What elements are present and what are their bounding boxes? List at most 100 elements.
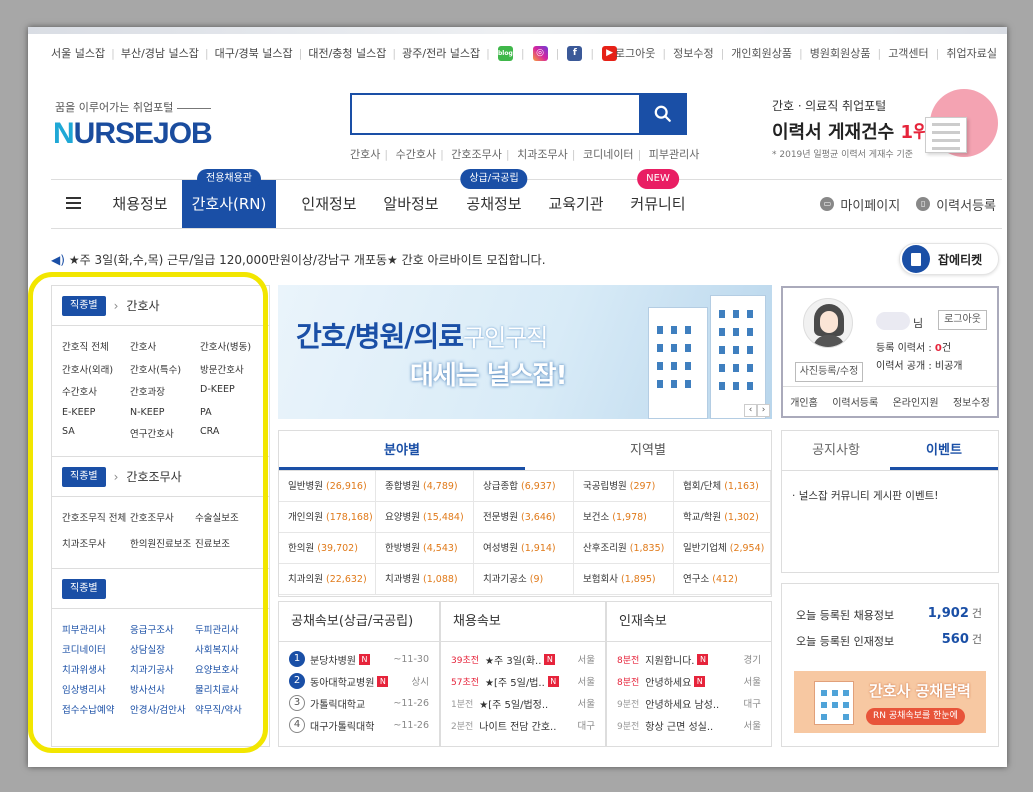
job-etiquette-button[interactable]: 잡에티켓 (899, 243, 999, 275)
column-title[interactable]: 인재속보 (607, 602, 771, 642)
category-link[interactable]: 한의원진료보조 (130, 536, 195, 556)
column-title[interactable]: 채용속보 (441, 602, 605, 642)
category-link[interactable]: 요양보호사 (195, 662, 265, 676)
list-item[interactable]: 4 대구가톨릭대학 ~11-26 (289, 714, 429, 736)
nav-community[interactable]: 커뮤니티 NEW (618, 169, 698, 228)
category-cell[interactable]: 보건소 (1,978) (574, 502, 674, 533)
keyword-link[interactable]: 코디네이터 (583, 148, 634, 161)
category-cell[interactable]: 한의원 (39,702) (279, 533, 376, 564)
category-cell[interactable]: 전문병원 (3,646) (474, 502, 574, 533)
category-link[interactable]: 간호직 전체 (62, 339, 130, 356)
promo-line2[interactable]: 이력서 게재건수 1위! (772, 118, 938, 144)
category-link[interactable]: 피부관리사 (62, 622, 130, 636)
list-item[interactable]: 1 분당차병원 N ~11-30 (289, 648, 429, 670)
edit-info-link[interactable]: 정보수정 (953, 394, 990, 409)
search-input[interactable] (350, 93, 687, 135)
category-link[interactable]: 상담실장 (130, 642, 195, 656)
nav-talent[interactable]: 인재정보 (289, 180, 369, 228)
category-cell[interactable]: 산후조리원 (1,835) (574, 533, 674, 564)
category-cell[interactable]: 개인의원 (178,168) (279, 502, 376, 533)
category-link[interactable]: N-KEEP (130, 407, 200, 421)
category-link[interactable]: 물리치료사 (195, 682, 265, 696)
category-link[interactable]: 코디네이터 (62, 642, 130, 656)
list-item[interactable]: 9분전 항상 근면 성실.. 서울 (617, 714, 761, 736)
category-link[interactable]: 수간호사 (62, 384, 130, 401)
stat-jobs[interactable]: 오늘 등록된 채용정보 1,902 건 (796, 606, 982, 623)
category-cell[interactable]: 종합병원 (4,789) (376, 471, 474, 502)
chevron-left-icon[interactable]: ‹ (744, 404, 757, 417)
category-link[interactable]: 응급구조사 (130, 622, 195, 636)
personal-products-link[interactable]: 개인회원상품 (731, 45, 792, 61)
category-link[interactable]: 간호사(병동) (200, 339, 270, 356)
category-link[interactable]: 임상병리사 (62, 682, 130, 696)
chevron-right-icon[interactable]: › (757, 404, 770, 417)
photo-edit-button[interactable]: 사진등록/수정 (795, 362, 863, 382)
category-link[interactable]: 사회복지사 (195, 642, 265, 656)
tab-by-region[interactable]: 지역별 (525, 431, 771, 470)
notice-ticker[interactable]: ◀) ★주 3일(화,수,목) 근무/일급 120,000만원이상/강남구 개포동… (51, 251, 546, 268)
category-cell[interactable]: 일반기업체 (2,954) (674, 533, 771, 564)
category-link[interactable]: CRA (200, 426, 270, 443)
customer-center-link[interactable]: 고객센터 (888, 45, 928, 61)
online-apply-link[interactable]: 온라인지원 (893, 394, 939, 409)
tab-event[interactable]: 이벤트 (890, 431, 998, 470)
event-item[interactable]: · 널스잡 커뮤니티 게시판 이벤트! (782, 471, 998, 520)
category-cell[interactable]: 국공립병원 (297) (574, 471, 674, 502)
category-tag[interactable]: 직종별 (62, 466, 106, 487)
category-link[interactable]: 간호사(특수) (130, 362, 200, 379)
category-link[interactable]: 간호조무직 전체 (62, 510, 130, 530)
nav-recruit[interactable]: 채용정보 (99, 180, 181, 228)
category-link[interactable]: SA (62, 426, 130, 443)
list-item[interactable]: 57초전 ★[주 5일/법.. N 서울 (451, 670, 595, 692)
category-cell[interactable]: 일반병원 (26,916) (279, 471, 376, 502)
region-link-busan[interactable]: 부산/경남 널스잡 (121, 45, 199, 61)
category-link[interactable]: 치과조무사 (62, 536, 130, 556)
tab-by-field[interactable]: 분야별 (279, 431, 525, 470)
nav-education[interactable]: 교육기관 (536, 180, 616, 228)
personal-home-link[interactable]: 개인홈 (790, 394, 818, 409)
category-link[interactable]: 수술실보조 (195, 510, 265, 530)
list-item[interactable]: 39초전 ★주 3일(화.. N 서울 (451, 648, 595, 670)
edit-info-link[interactable]: 정보수정 (673, 45, 713, 61)
mypage-link[interactable]: 마이페이지 (840, 195, 900, 214)
category-link[interactable]: 두피관리사 (195, 622, 265, 636)
category-link[interactable]: 약무직/약사 (195, 702, 265, 716)
category-link[interactable]: E-KEEP (62, 407, 130, 421)
instagram-icon[interactable]: ◎ (532, 45, 548, 61)
list-item[interactable]: 2 동아대학교병원 N 상시 (289, 670, 429, 692)
registered-resume-count[interactable]: 등록 이력서 : 0건 (876, 339, 951, 354)
main-banner[interactable]: 간호/병원/의료구인구직 대세는 널스잡! ‹ › (278, 285, 772, 419)
list-item[interactable]: 8분전 안녕하세요 N 서울 (617, 670, 761, 692)
category-cell[interactable]: 요양병원 (15,484) (376, 502, 474, 533)
recruit-calendar-banner[interactable]: 간호사 공채달력 RN 공채속보를 한눈에 (794, 671, 986, 733)
search-button[interactable] (639, 93, 687, 135)
category-link[interactable]: 치과위생사 (62, 662, 130, 676)
keyword-link[interactable]: 피부관리사 (649, 148, 700, 161)
region-link-daejeon[interactable]: 대전/충청 널스잡 (308, 45, 386, 61)
region-link-seoul[interactable]: 서울 널스잡 (51, 45, 105, 61)
column-title[interactable]: 공채속보(상급/국공립) (279, 602, 439, 642)
list-item[interactable]: 2분전 나이트 전담 간호.. 대구 (451, 714, 595, 736)
keyword-link[interactable]: 치과조무사 (517, 148, 568, 161)
nursejob-logo[interactable]: NURSEJOB (53, 117, 213, 151)
nav-nurse-rn[interactable]: 간호사(RN) 전용채용관 (182, 169, 276, 228)
keyword-link[interactable]: 간호조무사 (451, 148, 502, 161)
category-tag[interactable]: 직종별 (62, 295, 106, 316)
hospital-products-link[interactable]: 병원회원상품 (810, 45, 871, 61)
nav-public-recruit[interactable]: 공채정보 상급/국공립 (454, 169, 534, 228)
blog-icon[interactable]: blog (497, 45, 513, 61)
category-link[interactable]: 치과기공사 (130, 662, 195, 676)
nav-parttime[interactable]: 알바정보 (371, 180, 451, 228)
region-link-gwangju[interactable]: 광주/전라 널스잡 (402, 45, 480, 61)
category-link[interactable]: PA (200, 407, 270, 421)
category-link[interactable]: 간호사(외래) (62, 362, 130, 379)
category-link[interactable]: 방사선사 (130, 682, 195, 696)
logout-button[interactable]: 로그아웃 (938, 310, 987, 330)
category-cell[interactable]: 협회/단체 (1,163) (674, 471, 771, 502)
keyword-link[interactable]: 수간호사 (396, 148, 436, 161)
category-cell[interactable]: 치과기공소 (9) (474, 564, 574, 595)
category-cell[interactable]: 한방병원 (4,543) (376, 533, 474, 564)
category-link[interactable]: 간호사 (130, 339, 200, 356)
list-item[interactable]: 1분전 ★[주 5일/법정.. 서울 (451, 692, 595, 714)
category-cell[interactable]: 치과병원 (1,088) (376, 564, 474, 595)
